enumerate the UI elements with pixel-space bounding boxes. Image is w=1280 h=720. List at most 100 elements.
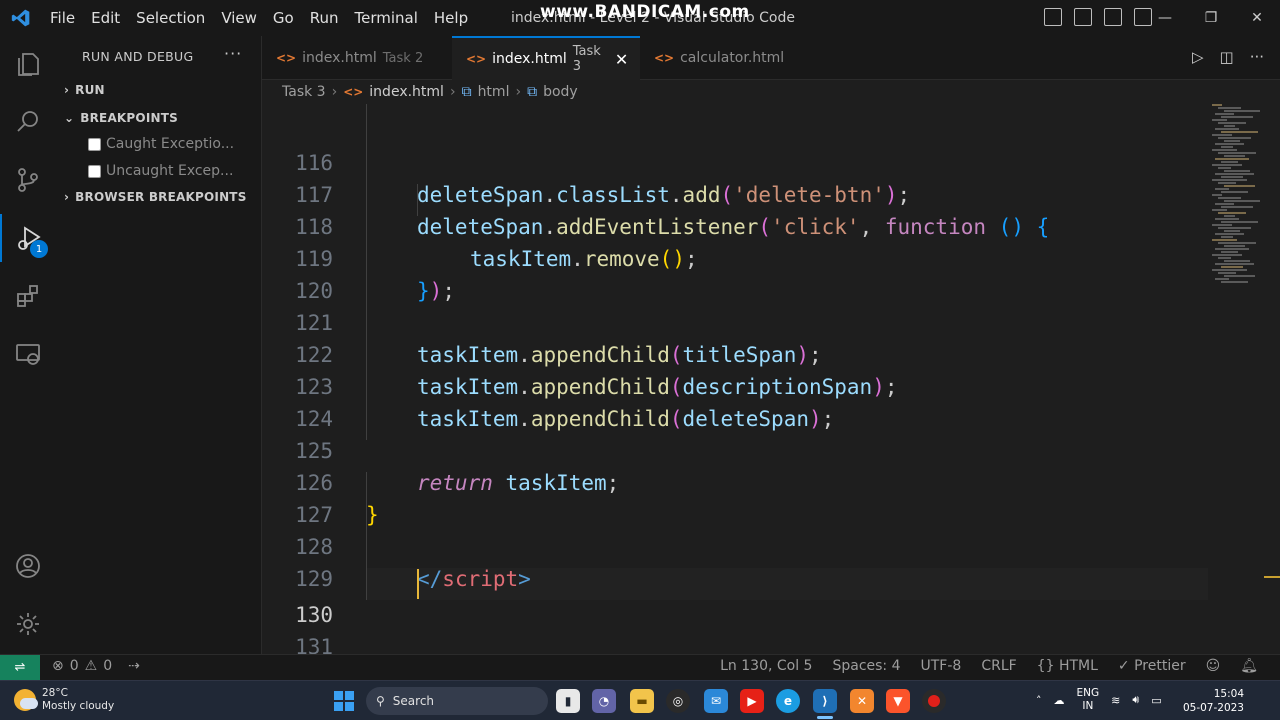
editor-actions: ▷ ◫ ···	[1192, 48, 1264, 66]
search-icon[interactable]	[0, 98, 56, 146]
close-tab-icon[interactable]: ✕	[615, 50, 628, 69]
taskbar-search[interactable]: ⚲ Search	[366, 687, 548, 715]
split-editor-icon[interactable]: ◫	[1220, 48, 1234, 66]
section-run[interactable]: › RUN	[64, 83, 105, 97]
check-icon: ✓	[1117, 658, 1130, 674]
more-actions-icon[interactable]: ···	[224, 44, 242, 63]
minimize-icon[interactable]: —	[1142, 0, 1188, 36]
run-and-debug-icon[interactable]: 1	[0, 214, 56, 262]
section-browser-breakpoints[interactable]: › BROWSER BREAKPOINTS	[64, 190, 247, 204]
breadcrumb-file[interactable]: index.html	[369, 84, 444, 100]
code-editor[interactable]: 116 deleteSpan.classList.add('delete-btn…	[262, 104, 1280, 654]
more-icon[interactable]: ···	[1250, 48, 1264, 66]
volume-icon[interactable]: 🔊︎	[1132, 693, 1139, 707]
encoding[interactable]: UTF-8	[921, 658, 962, 674]
source-control-icon[interactable]	[0, 156, 56, 204]
notifications-bell-icon[interactable]: 🔔︎	[1240, 658, 1258, 674]
edge-browser-icon[interactable]: e	[776, 689, 800, 713]
minimap-line	[1218, 257, 1231, 259]
minimap-line	[1224, 215, 1235, 217]
breakpoint-caught-exceptions[interactable]: Caught Exceptio...	[88, 136, 234, 152]
menu-view[interactable]: View	[213, 0, 265, 36]
cursor-position[interactable]: Ln 130, Col 5	[720, 658, 812, 674]
tab-label: calculator.html	[680, 50, 785, 66]
menu-terminal[interactable]: Terminal	[347, 0, 426, 36]
minimap-line	[1218, 272, 1236, 274]
feedback-icon[interactable]: ☺	[1206, 658, 1221, 674]
menu-run[interactable]: Run	[302, 0, 347, 36]
breadcrumb-body[interactable]: body	[543, 84, 578, 100]
mail-icon[interactable]: ✉	[704, 689, 728, 713]
code-line: 129	[262, 531, 1280, 591]
partly-cloudy-icon	[14, 689, 38, 711]
tab-index-task3[interactable]: <> index.html Task 3 ✕	[452, 36, 640, 80]
extensions-icon[interactable]	[0, 272, 56, 320]
input-language[interactable]: ENG IN	[1077, 687, 1100, 713]
settings-gear-icon[interactable]	[0, 600, 56, 648]
prettier-status[interactable]: ✓ Prettier	[1118, 658, 1186, 674]
task-view-icon[interactable]: ▮	[556, 689, 580, 713]
indentation[interactable]: Spaces: 4	[832, 658, 900, 674]
minimap-line	[1212, 224, 1232, 226]
menu-selection[interactable]: Selection	[128, 0, 213, 36]
restore-icon[interactable]: ❐	[1188, 0, 1234, 36]
battery-icon[interactable]: ▭	[1151, 694, 1161, 707]
problems-indicator[interactable]: ⊗ 0 ⚠ 0 ⇢	[52, 658, 140, 674]
checkbox[interactable]	[88, 164, 101, 178]
wifi-icon[interactable]: ≋	[1111, 694, 1120, 707]
toggle-secondary-sidebar-icon[interactable]	[1104, 8, 1122, 26]
remote-indicator-icon[interactable]: ⇌	[0, 655, 40, 680]
code-line: 127	[262, 467, 1280, 527]
checkbox[interactable]	[88, 137, 101, 151]
minimap-line	[1212, 269, 1247, 271]
live-share-icon[interactable]: ⇢	[128, 658, 140, 674]
menu-file[interactable]: File	[42, 0, 83, 36]
menu-help[interactable]: Help	[426, 0, 476, 36]
brave-browser-icon[interactable]: ▼	[886, 689, 910, 713]
code-line: 124	[262, 371, 1280, 431]
active-app-indicator	[817, 716, 833, 719]
chevron-up-icon[interactable]: ˄	[1036, 694, 1042, 707]
weather-condition: Mostly cloudy	[42, 700, 115, 712]
file-explorer-icon[interactable]: ▬	[630, 689, 654, 713]
dell-icon[interactable]: ◎	[666, 689, 690, 713]
close-window-icon[interactable]: ✕	[1234, 0, 1280, 36]
system-clock[interactable]: 15:04 05-07-2023	[1183, 687, 1244, 715]
breakpoint-uncaught-exceptions[interactable]: Uncaught Excep...	[88, 163, 233, 179]
menu-go[interactable]: Go	[265, 0, 302, 36]
remote-explorer-icon[interactable]	[0, 330, 56, 378]
line-endings[interactable]: CRLF	[981, 658, 1016, 674]
minimap-line	[1215, 128, 1239, 130]
teams-chat-icon[interactable]: ◔	[592, 689, 616, 713]
html-file-icon: <>	[654, 51, 675, 65]
menu-edit[interactable]: Edit	[83, 0, 128, 36]
chevron-right-icon: ›	[515, 84, 522, 100]
youtube-icon[interactable]: ▶	[740, 689, 764, 713]
accounts-icon[interactable]	[0, 542, 56, 590]
breadcrumb-folder[interactable]: Task 3	[282, 84, 326, 100]
minimap-line	[1224, 200, 1260, 202]
toggle-primary-sidebar-icon[interactable]	[1044, 8, 1062, 26]
html-file-icon: <>	[466, 52, 487, 66]
run-icon[interactable]: ▷	[1192, 48, 1204, 66]
minimap-line	[1218, 122, 1246, 124]
language-mode[interactable]: {} HTML	[1037, 658, 1098, 674]
bandicam-record-icon[interactable]	[922, 689, 946, 713]
tab-index-task2[interactable]: <> index.html Task 2	[262, 36, 452, 80]
tab-calculator[interactable]: <> calculator.html	[640, 36, 810, 80]
title-bar: File Edit Selection View Go Run Terminal…	[0, 0, 1280, 36]
minimap[interactable]	[1212, 104, 1272, 294]
code-line: 121 taskItem.appendChild(titleSpan);	[262, 275, 1280, 367]
weather-widget[interactable]: 28°C Mostly cloudy	[14, 687, 114, 713]
xampp-icon[interactable]: ✕	[850, 689, 874, 713]
breadcrumb-html[interactable]: html	[478, 84, 510, 100]
toggle-panel-icon[interactable]	[1074, 8, 1092, 26]
section-breakpoints[interactable]: ⌄ BREAKPOINTS	[64, 111, 178, 125]
network-drive-icon[interactable]: ☁	[1054, 694, 1065, 707]
explorer-icon[interactable]	[0, 40, 56, 88]
minimap-line	[1212, 134, 1232, 136]
code-line: 128 </script>	[262, 499, 1280, 591]
minimap-line	[1215, 173, 1254, 175]
windows-start-icon[interactable]	[334, 691, 354, 711]
vscode-taskbar-icon[interactable]: ⟩	[813, 689, 837, 713]
